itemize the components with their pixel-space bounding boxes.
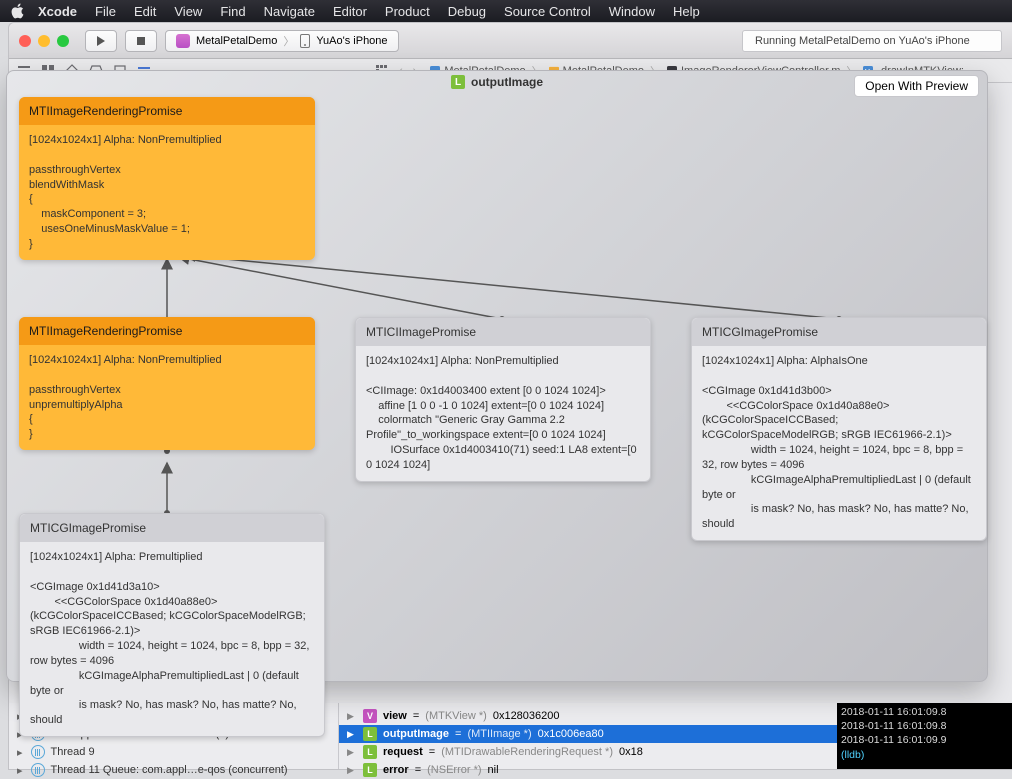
device-icon <box>300 34 310 48</box>
variable-row[interactable]: ▶Vview = (MTKView *) 0x128036200 <box>347 707 829 725</box>
menu-view[interactable]: View <box>174 4 202 19</box>
node-body: [1024x1024x1] Alpha: AlphaIsOne <CGImage… <box>692 346 986 540</box>
menu-navigate[interactable]: Navigate <box>264 4 315 19</box>
node-title: MTICGImagePromise <box>20 514 324 542</box>
variable-row[interactable]: ▶Lerror = (NSError *) nil <box>347 761 829 779</box>
window-controls <box>19 35 69 47</box>
lldb-prompt: (lldb) <box>841 748 1008 762</box>
console-line: 2018-01-11 16:01:09.8 <box>841 719 1008 733</box>
thread-row[interactable]: ▸Thread 11 Queue: com.appl…e-qos (concur… <box>17 761 330 779</box>
titlebar: MetalPetalDemo 〉 YuAo's iPhone Running M… <box>9 23 1012 59</box>
macos-menubar: Xcode File Edit View Find Navigate Edito… <box>0 0 1012 22</box>
menu-window[interactable]: Window <box>609 4 655 19</box>
run-button[interactable] <box>85 30 117 52</box>
open-with-preview-button[interactable]: Open With Preview <box>854 75 979 97</box>
scheme-name: MetalPetalDemo <box>196 35 277 47</box>
node-body: [1024x1024x1] Alpha: NonPremultiplied <C… <box>356 346 650 481</box>
scheme-selector[interactable]: MetalPetalDemo 〉 YuAo's iPhone <box>165 30 399 52</box>
menu-product[interactable]: Product <box>385 4 430 19</box>
console-line: 2018-01-11 16:01:09.9 <box>841 733 1008 747</box>
variable-row[interactable]: ▶Lrequest = (MTIDrawableRenderingRequest… <box>347 743 829 761</box>
node-title: MTIImageRenderingPromise <box>19 317 315 345</box>
thread-row[interactable]: ▸Thread 9 <box>17 743 330 761</box>
scheme-icon <box>176 34 190 48</box>
graph-node[interactable]: MTIImageRenderingPromise [1024x1024x1] A… <box>19 317 315 450</box>
menu-source-control[interactable]: Source Control <box>504 4 591 19</box>
activity-status: Running MetalPetalDemo on YuAo's iPhone <box>742 30 1002 52</box>
device-name: YuAo's iPhone <box>316 35 387 47</box>
node-title: MTIImageRenderingPromise <box>19 97 315 125</box>
apple-logo-icon <box>10 3 24 19</box>
menu-file[interactable]: File <box>95 4 116 19</box>
console-line: 2018-01-11 16:01:09.8 <box>841 705 1008 719</box>
close-button[interactable] <box>19 35 31 47</box>
menu-find[interactable]: Find <box>220 4 245 19</box>
graph-node[interactable]: MTIImageRenderingPromise [1024x1024x1] A… <box>19 97 315 260</box>
panel-title: L outputImage <box>451 75 543 89</box>
console[interactable]: 2018-01-11 16:01:09.8 2018-01-11 16:01:0… <box>837 703 1012 769</box>
node-body: [1024x1024x1] Alpha: Premultiplied <CGIm… <box>20 542 324 736</box>
stop-button[interactable] <box>125 30 157 52</box>
variable-badge-icon: L <box>451 75 465 89</box>
graph-node[interactable]: MTICGImagePromise [1024x1024x1] Alpha: A… <box>691 317 987 541</box>
app-name[interactable]: Xcode <box>38 4 77 19</box>
menu-debug[interactable]: Debug <box>448 4 486 19</box>
variables-view: ▶Vview = (MTKView *) 0x128036200 ▶Loutpu… <box>339 703 837 769</box>
menu-help[interactable]: Help <box>673 4 700 19</box>
zoom-button[interactable] <box>57 35 69 47</box>
menu-editor[interactable]: Editor <box>333 4 367 19</box>
variable-row-selected[interactable]: ▶LoutputImage = (MTIImage *) 0x1c006ea80 <box>339 725 837 743</box>
node-title: MTICIImagePromise <box>356 318 650 346</box>
graph-node[interactable]: MTICGImagePromise [1024x1024x1] Alpha: P… <box>19 513 325 737</box>
menu-edit[interactable]: Edit <box>134 4 156 19</box>
node-title: MTICGImagePromise <box>692 318 986 346</box>
quicklook-panel: L outputImage Open With Preview MTIImage… <box>6 70 988 682</box>
node-body: [1024x1024x1] Alpha: NonPremultiplied pa… <box>19 125 315 260</box>
minimize-button[interactable] <box>38 35 50 47</box>
graph-node[interactable]: MTICIImagePromise [1024x1024x1] Alpha: N… <box>355 317 651 482</box>
node-body: [1024x1024x1] Alpha: NonPremultiplied pa… <box>19 345 315 450</box>
